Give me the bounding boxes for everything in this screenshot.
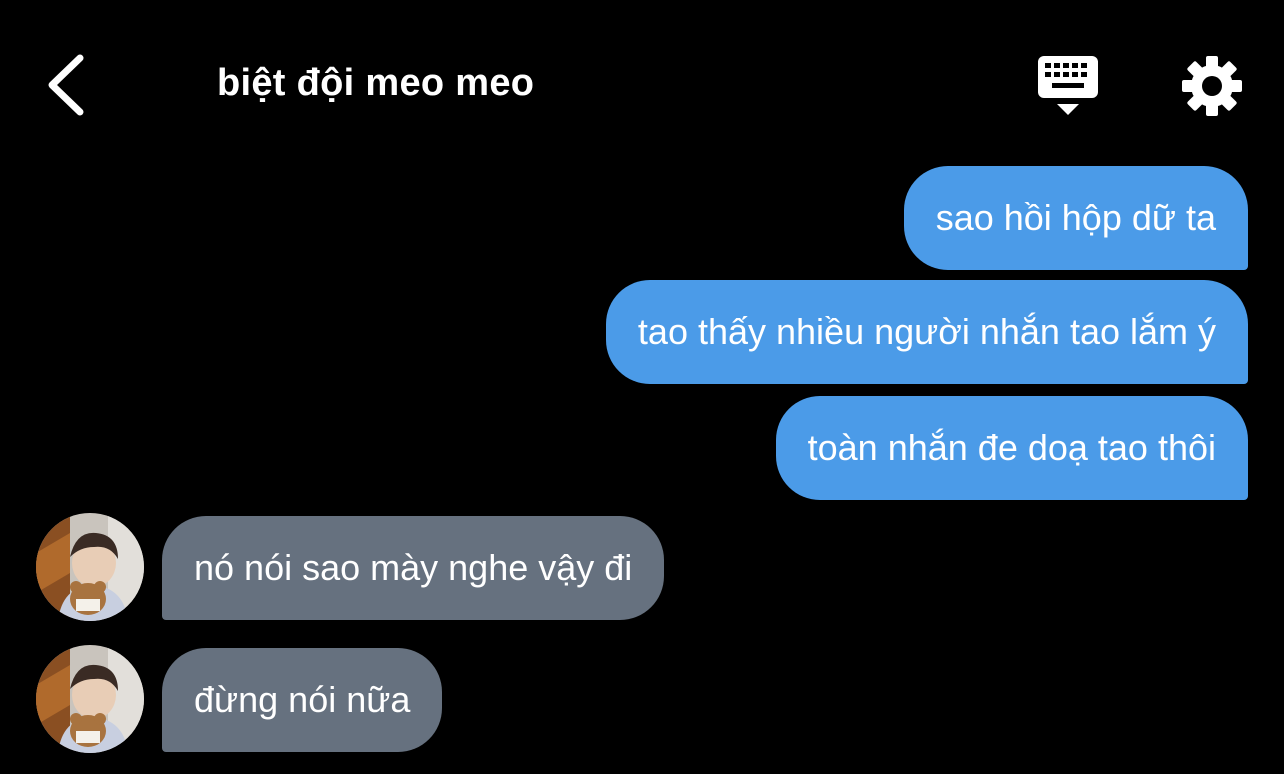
settings-button[interactable] bbox=[1180, 54, 1244, 118]
message-bubble-incoming[interactable]: đừng nói nữa bbox=[162, 648, 443, 752]
message-bubble-outgoing[interactable]: tao thấy nhiều người nhắn tao lắm ý bbox=[605, 280, 1248, 384]
avatar-image bbox=[36, 645, 144, 753]
avatar[interactable] bbox=[36, 645, 144, 753]
back-button[interactable] bbox=[38, 50, 98, 120]
chat-title: biệt đội meo meo bbox=[217, 62, 535, 104]
gear-icon bbox=[1182, 56, 1242, 116]
avatar-image bbox=[36, 513, 144, 621]
message-bubble-outgoing[interactable]: toàn nhắn đe doạ tao thôi bbox=[775, 396, 1248, 500]
keyboard-toggle-button[interactable] bbox=[1034, 52, 1102, 120]
message-bubble-incoming[interactable]: nó nói sao mày nghe vậy đi bbox=[162, 516, 665, 620]
chat-header: biệt đội meo meo bbox=[0, 0, 1284, 160]
avatar[interactable] bbox=[36, 513, 144, 621]
keyboard-hide-icon bbox=[1038, 56, 1098, 115]
message-bubble-outgoing[interactable]: sao hồi hộp dữ ta bbox=[903, 166, 1248, 270]
chevron-left-icon bbox=[48, 54, 84, 116]
